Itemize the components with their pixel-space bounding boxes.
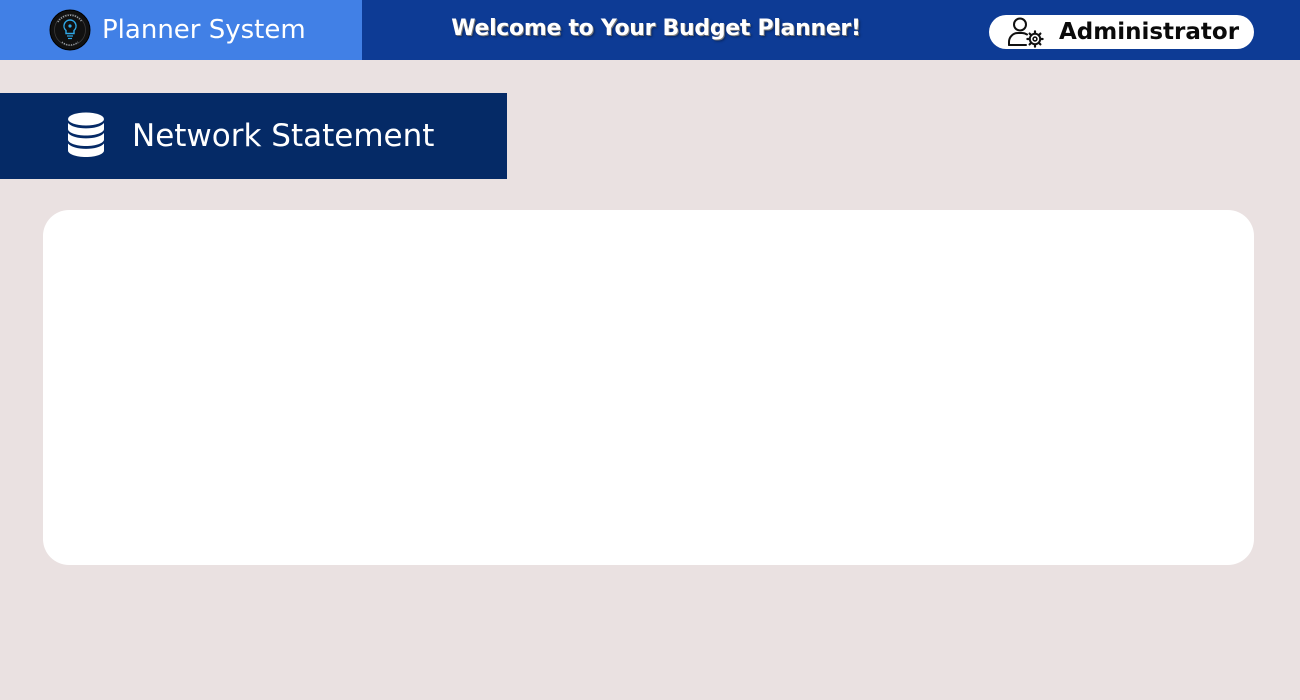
budget-planner-logo-icon bbox=[49, 9, 91, 51]
top-bar: Planner System Welcome to Your Budget Pl… bbox=[0, 0, 1300, 60]
user-menu-button[interactable]: Administrator bbox=[989, 15, 1254, 49]
brand-block: Planner System bbox=[0, 0, 362, 60]
user-settings-icon bbox=[1008, 17, 1044, 48]
welcome-message: Welcome to Your Budget Planner! bbox=[451, 16, 861, 41]
user-role-label: Administrator bbox=[1059, 19, 1240, 45]
database-icon bbox=[68, 112, 104, 157]
content-panel bbox=[43, 210, 1254, 565]
brand-title: Planner System bbox=[102, 15, 306, 45]
section-title: Network Statement bbox=[132, 118, 435, 154]
